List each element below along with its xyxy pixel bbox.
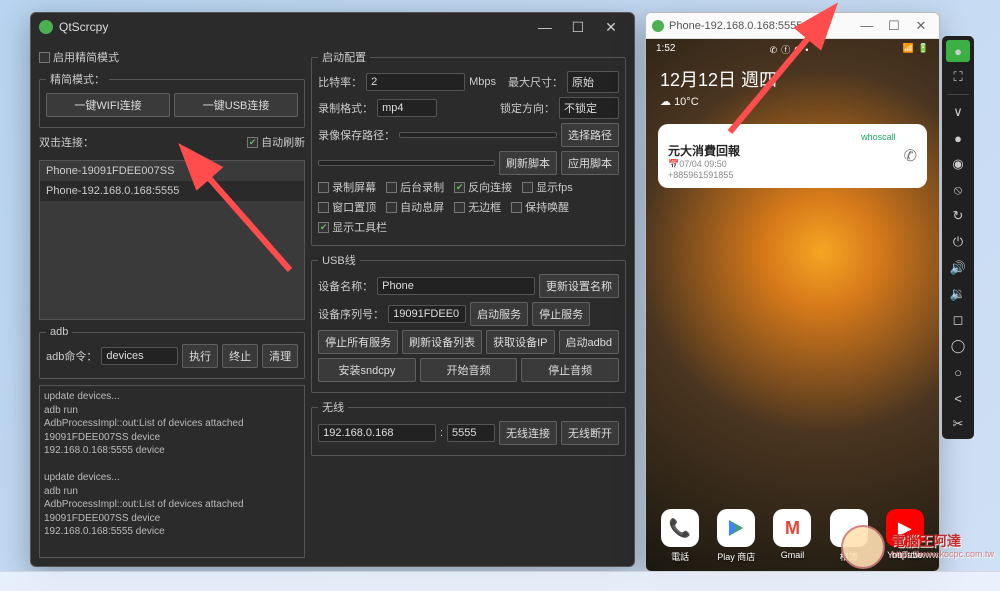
autooff-checkbox[interactable]: 自动息屏 [386,199,444,215]
app-phone[interactable]: 📞電話 [655,509,705,563]
windows-taskbar[interactable] [0,571,1000,591]
watermark: 電腦王阿達 https://www.kocpc.com.tw [841,525,994,569]
ontop-checkbox[interactable]: 窗口置顶 [318,199,376,215]
watermark-face-icon [841,525,885,569]
adb-stop-button[interactable]: 终止 [222,344,258,368]
toolbar-eye-off-icon[interactable]: ⦸ [946,179,970,201]
device-list[interactable]: Phone-19091FDEE007SS Phone-192.168.0.168… [39,160,305,320]
toolbar-power-icon[interactable]: ⏻ [946,231,970,253]
device-item[interactable]: Phone-19091FDEE007SS [40,161,304,181]
noborder-checkbox[interactable]: 无边框 [454,199,501,215]
wireless-group: 无线 192.168.0.168 : 5555 无线连接 无线断开 [311,399,626,456]
app-play-store[interactable]: Play 商店 [711,509,761,563]
adb-cmd-label: adb命令： [46,348,97,364]
start-config-group: 启动配置 比特率： 2 Mbps 最大尺寸： 原始 录制格式： mp4 锁定方向… [311,49,626,246]
notification-card[interactable]: whoscall 元大消費回報 📅07/04 09:50 +8859615918… [658,124,927,188]
adb-exec-button[interactable]: 执行 [182,344,218,368]
script-select[interactable] [318,160,495,166]
start-service-button[interactable]: 启动服务 [470,302,528,326]
android-statusbar: 1:52 ✆ⓕG• 📶🔋 [646,39,939,60]
toolbar-square-icon[interactable]: ◻ [946,309,970,331]
toolbar-circle-icon[interactable]: ◯ [946,335,970,357]
lockdir-select[interactable]: 不锁定 [559,97,619,119]
recpath-input[interactable] [399,132,557,138]
apply-script-button[interactable]: 应用脚本 [561,151,619,175]
close-button[interactable]: ✕ [909,18,933,34]
keepawake-checkbox[interactable]: 保持唤醒 [511,199,569,215]
toolbar-volume-up-icon[interactable]: 🔊 [946,257,970,279]
device-item[interactable]: Phone-192.168.0.168:5555 [40,181,304,201]
update-devname-button[interactable]: 更新设置名称 [539,274,619,298]
app-gmail[interactable]: MGmail [767,509,817,563]
toolbar-volume-down-icon[interactable]: 🔉 [946,283,970,305]
maxsize-select[interactable]: 原始 [567,71,619,93]
qt-titlebar[interactable]: QtScrcpy — ☐ ✕ [31,13,634,41]
log-output[interactable]: update devices... adb run AdbProcessImpl… [39,385,305,558]
minimize-button[interactable]: — [855,18,879,33]
bitrate-input[interactable]: 2 [366,73,465,91]
qtscrcpy-window: QtScrcpy — ☐ ✕ 启用精简模式 精简模式： 一键WIFI连接 一键U… [30,12,635,567]
phone-window-title: Phone-192.168.0.168:5555 [669,20,855,32]
simple-mode-checkbox[interactable]: 启用精简模式 [39,49,305,65]
wifi-connect-button[interactable]: 一键WIFI连接 [46,93,170,117]
stop-all-button[interactable]: 停止所有服务 [318,330,398,354]
serial-select[interactable]: 19091FDEE0 [388,305,466,323]
adb-clear-button[interactable]: 清理 [262,344,298,368]
show-fps-checkbox[interactable]: 显示fps [522,179,573,195]
scrcpy-toolbar: ● ⛶ ∨ ● ◉ ⦸ ↻ ⏻ 🔊 🔉 ◻ ◯ ○ < ✂ [942,36,974,439]
app-icon [652,20,664,32]
toolbar-expand-icon[interactable]: ∨ [946,101,970,123]
wireless-disconnect-button[interactable]: 无线断开 [561,421,619,445]
port-input[interactable]: 5555 [447,424,495,442]
minimize-button[interactable]: — [530,19,560,35]
ip-input[interactable]: 192.168.0.168 [318,424,436,442]
stop-audio-button[interactable]: 停止音频 [521,358,619,382]
simple-mode-group: 精简模式： 一键WIFI连接 一键USB连接 [39,71,305,128]
window-title: QtScrcpy [59,20,530,34]
usb-group: USB线 设备名称： Phone 更新设置名称 设备序列号： 19091FDEE… [311,252,626,393]
call-icon[interactable]: ✆ [904,146,917,166]
toolbar-rotate-icon[interactable]: ↻ [946,205,970,227]
toolbar-eye-icon[interactable]: ◉ [946,153,970,175]
phone-screen[interactable]: 1:52 ✆ⓕG• 📶🔋 12月12日 週四 ☁ 10°C whoscall 元… [646,39,939,571]
usb-connect-button[interactable]: 一键USB连接 [174,93,298,117]
toolbar-screenshot-icon[interactable]: ✂ [946,413,970,435]
reverse-conn-checkbox[interactable]: ✔反向连接 [454,179,512,195]
record-screen-checkbox[interactable]: 录制屏幕 [318,179,376,195]
home-temp: ☁ 10°C [660,95,925,108]
show-toolbar-checkbox[interactable]: ✔显示工具栏 [318,219,387,235]
adb-group: adb adb命令： devices 执行 终止 清理 [39,326,305,379]
toolbar-circle-small-icon[interactable]: ○ [946,361,970,383]
app-icon [39,20,53,34]
maximize-button[interactable]: ☐ [882,18,906,34]
home-date: 12月12日 週四 [660,66,925,92]
phone-titlebar[interactable]: Phone-192.168.0.168:5555 — ☐ ✕ [646,13,939,39]
maximize-button[interactable]: ☐ [563,19,593,36]
get-ip-button[interactable]: 获取设备IP [486,330,554,354]
auto-refresh-checkbox[interactable]: ✔自动刷新 [247,134,305,150]
choose-path-button[interactable]: 选择路径 [561,123,619,147]
refresh-devices-button[interactable]: 刷新设备列表 [402,330,482,354]
close-button[interactable]: ✕ [596,19,626,36]
recfmt-select[interactable]: mp4 [377,99,437,117]
stop-service-button[interactable]: 停止服务 [532,302,590,326]
toolbar-back-icon[interactable]: < [946,387,970,409]
bg-record-checkbox[interactable]: 后台录制 [386,179,444,195]
phone-mirror-window: Phone-192.168.0.168:5555 — ☐ ✕ 1:52 ✆ⓕG•… [645,12,940,572]
install-sndcpy-button[interactable]: 安装sndcpy [318,358,416,382]
toolbar-home-icon[interactable]: ● [946,127,970,149]
start-audio-button[interactable]: 开始音频 [420,358,518,382]
wireless-connect-button[interactable]: 无线连接 [499,421,557,445]
adb-cmd-input[interactable]: devices [101,347,178,365]
toolbar-fullscreen-icon[interactable]: ⛶ [946,66,970,88]
start-adbd-button[interactable]: 启动adbd [559,330,619,354]
device-name-input[interactable]: Phone [377,277,535,295]
refresh-script-button[interactable]: 刷新脚本 [499,151,557,175]
dblclick-label: 双击连接： [39,134,94,150]
toolbar-record-icon[interactable]: ● [946,40,970,62]
